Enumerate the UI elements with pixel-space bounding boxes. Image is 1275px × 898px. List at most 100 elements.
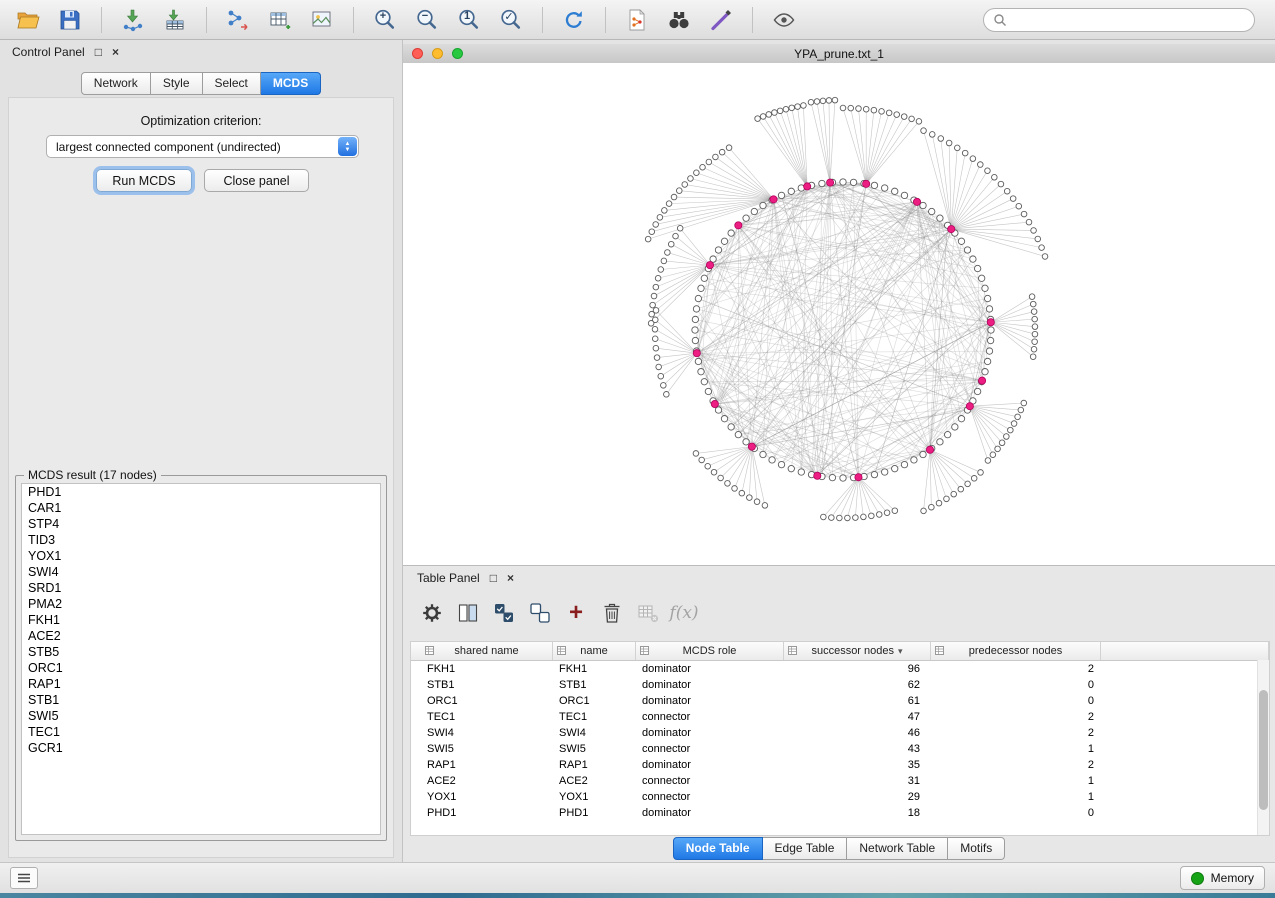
- search-input[interactable]: [1013, 12, 1245, 28]
- zoom-out-button[interactable]: −: [409, 4, 445, 36]
- table-cell: dominator: [636, 727, 784, 739]
- desktop-background: [0, 893, 1275, 898]
- table-row[interactable]: SWI5SWI5connector431: [411, 741, 1269, 757]
- network-titlebar[interactable]: YPA_prune.txt_1: [403, 44, 1275, 64]
- mcds-result-item[interactable]: CAR1: [22, 500, 380, 516]
- mcds-result-item[interactable]: SWI5: [22, 708, 380, 724]
- toolbar-separator: [542, 7, 543, 33]
- criterion-dropdown[interactable]: largest connected component (undirected)…: [46, 135, 359, 158]
- open-file-button[interactable]: [10, 4, 46, 36]
- tab-motifs[interactable]: Motifs: [948, 837, 1005, 860]
- task-list-button[interactable]: [10, 867, 38, 889]
- mcds-result-item[interactable]: GCR1: [22, 740, 380, 756]
- column-header-name[interactable]: name: [553, 642, 636, 660]
- criterion-dropdown-value: largest connected component (undirected): [56, 140, 281, 154]
- float-panel-icon[interactable]: □: [95, 46, 102, 58]
- export-image-button[interactable]: [304, 4, 340, 36]
- zoom-fit-selected-button[interactable]: ✓: [493, 4, 529, 36]
- table-row[interactable]: FKH1FKH1dominator962: [411, 661, 1269, 677]
- table-cell: RAP1: [553, 759, 636, 771]
- table-row[interactable]: YOX1YOX1connector291: [411, 789, 1269, 805]
- table-cell: ORC1: [421, 695, 553, 707]
- column-header-predecessor-nodes[interactable]: predecessor nodes: [931, 642, 1101, 660]
- mcds-result-item[interactable]: STP4: [22, 516, 380, 532]
- table-cell: 2: [931, 727, 1101, 739]
- show-hide-view-button[interactable]: [766, 4, 802, 36]
- close-panel-icon[interactable]: ×: [112, 46, 119, 58]
- tab-network-table[interactable]: Network Table: [847, 837, 948, 860]
- apply-layout-button[interactable]: [556, 4, 592, 36]
- table-settings-button[interactable]: [417, 598, 447, 628]
- mcds-result-item[interactable]: PHD1: [22, 484, 380, 500]
- save-session-button[interactable]: [52, 4, 88, 36]
- mcds-result-item[interactable]: STB1: [22, 692, 380, 708]
- memory-status-icon: [1191, 872, 1204, 885]
- mcds-result-item[interactable]: YOX1: [22, 548, 380, 564]
- search-network-button[interactable]: [661, 4, 697, 36]
- window-close-button[interactable]: [412, 48, 423, 59]
- mcds-result-item[interactable]: SRD1: [22, 580, 380, 596]
- mcds-result-item[interactable]: STB5: [22, 644, 380, 660]
- table-vertical-scrollbar[interactable]: [1257, 660, 1269, 835]
- tab-node-table[interactable]: Node Table: [673, 837, 763, 860]
- function-builder-button-disabled: f(x): [669, 598, 699, 628]
- table-row[interactable]: ORC1ORC1dominator610: [411, 693, 1269, 709]
- table-header-row: shared name name MCDS role successor nod…: [411, 642, 1269, 661]
- mcds-result-item[interactable]: SWI4: [22, 564, 380, 580]
- publish-document-button[interactable]: [619, 4, 655, 36]
- column-header-successor-nodes[interactable]: successor nodes ▾: [784, 642, 931, 660]
- mcds-result-item[interactable]: PMA2: [22, 596, 380, 612]
- table-cell: 2: [931, 711, 1101, 723]
- table-row[interactable]: RAP1RAP1dominator352: [411, 757, 1269, 773]
- scrollbar-thumb[interactable]: [1259, 690, 1268, 810]
- show-columns-button[interactable]: [453, 598, 483, 628]
- table-row[interactable]: PHD1PHD1dominator180: [411, 805, 1269, 821]
- tab-network[interactable]: Network: [81, 72, 151, 95]
- mcds-result-item[interactable]: ACE2: [22, 628, 380, 644]
- deselect-all-button[interactable]: [525, 598, 555, 628]
- window-minimize-button[interactable]: [432, 48, 443, 59]
- column-header-mcds-role[interactable]: MCDS role: [636, 642, 784, 660]
- import-table-button[interactable]: [157, 4, 193, 36]
- table-row[interactable]: TEC1TEC1connector472: [411, 709, 1269, 725]
- mcds-result-item[interactable]: TEC1: [22, 724, 380, 740]
- run-mcds-button[interactable]: Run MCDS: [96, 169, 192, 192]
- close-panel-button[interactable]: Close panel: [204, 169, 309, 192]
- table-cell: 47: [784, 711, 931, 723]
- tab-edge-table[interactable]: Edge Table: [763, 837, 848, 860]
- tab-select[interactable]: Select: [203, 72, 261, 95]
- close-panel-icon[interactable]: ×: [507, 572, 514, 584]
- select-all-button[interactable]: [489, 598, 519, 628]
- table-cell: 1: [931, 791, 1101, 803]
- float-panel-icon[interactable]: □: [490, 572, 497, 584]
- binoculars-icon: [667, 8, 691, 32]
- export-table-button[interactable]: [262, 4, 298, 36]
- add-column-button[interactable]: +: [561, 598, 591, 628]
- zoom-actual-size-button[interactable]: 1: [451, 4, 487, 36]
- import-network-button[interactable]: [115, 4, 151, 36]
- memory-button[interactable]: Memory: [1180, 866, 1265, 890]
- mcds-result-item[interactable]: FKH1: [22, 612, 380, 628]
- table-body: FKH1FKH1dominator962STB1STB1dominator620…: [411, 661, 1269, 821]
- mcds-result-list[interactable]: PHD1CAR1STP4TID3YOX1SWI4SRD1PMA2FKH1ACE2…: [21, 483, 381, 835]
- mcds-result-item[interactable]: ORC1: [22, 660, 380, 676]
- search-box[interactable]: [983, 8, 1255, 32]
- network-canvas[interactable]: [403, 63, 1275, 565]
- hide-annotations-button[interactable]: [703, 4, 739, 36]
- delete-column-button[interactable]: [597, 598, 627, 628]
- mcds-result-item[interactable]: TID3: [22, 532, 380, 548]
- table-panel-header: Table Panel □ ×: [403, 566, 1275, 590]
- control-panel: Control Panel □ × Network Style Select M…: [0, 40, 403, 862]
- table-row[interactable]: STB1STB1dominator620: [411, 677, 1269, 693]
- tab-mcds[interactable]: MCDS: [261, 72, 321, 95]
- table-row[interactable]: ACE2ACE2connector311: [411, 773, 1269, 789]
- tab-style[interactable]: Style: [151, 72, 203, 95]
- deselect-all-icon: [528, 601, 552, 625]
- control-panel-tabbar: Network Style Select MCDS: [0, 72, 402, 95]
- mcds-result-item[interactable]: RAP1: [22, 676, 380, 692]
- export-network-button[interactable]: [220, 4, 256, 36]
- table-row[interactable]: SWI4SWI4dominator462: [411, 725, 1269, 741]
- window-zoom-button[interactable]: [452, 48, 463, 59]
- zoom-in-button[interactable]: +: [367, 4, 403, 36]
- column-header-shared-name[interactable]: shared name: [421, 642, 553, 660]
